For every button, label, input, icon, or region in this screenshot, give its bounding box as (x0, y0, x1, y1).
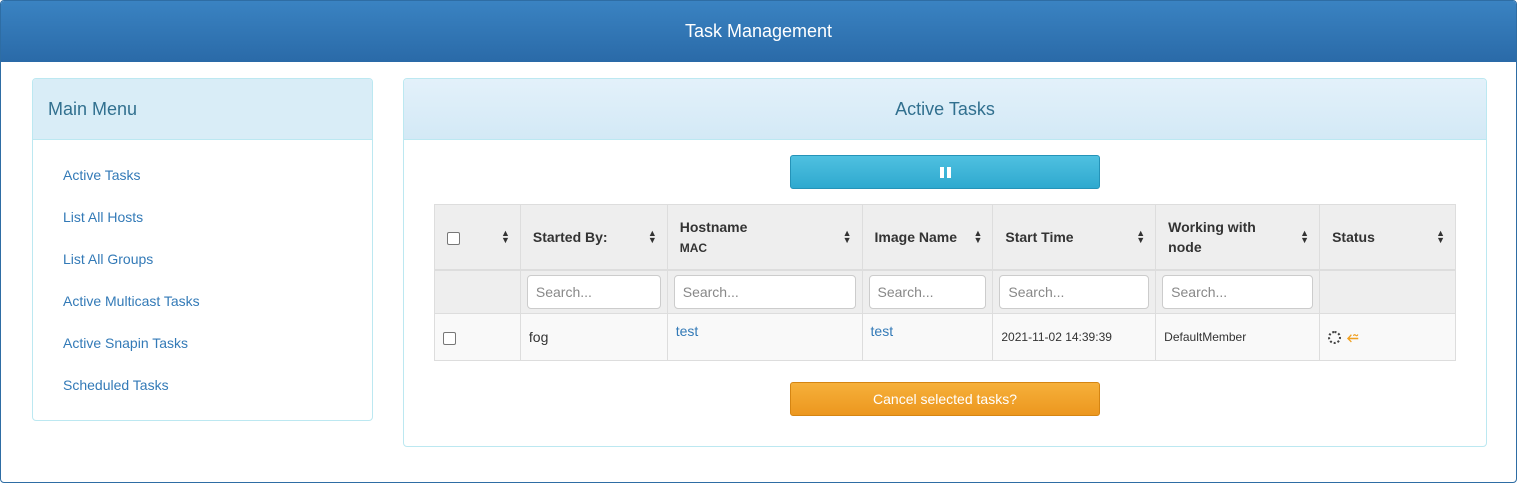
column-header-working-with-node[interactable]: Working with node ▲ ▼ (1155, 204, 1321, 271)
sort-icon[interactable]: ▲ ▼ (1300, 228, 1309, 244)
column-header-start-time[interactable]: Start Time ▲ ▼ (992, 204, 1157, 271)
column-label-start-time: Start Time (1005, 228, 1074, 245)
filter-cell-empty (434, 269, 521, 314)
filter-cell (992, 269, 1157, 314)
column-sublabel-mac: MAC (679, 240, 708, 255)
search-image-name-input[interactable] (868, 274, 987, 309)
started-by-cell: fog (519, 313, 668, 361)
sort-icon[interactable]: ▲ ▼ (648, 228, 657, 244)
column-label-started-by: Started By: (532, 228, 608, 245)
menu-link-scheduled-tasks[interactable]: Scheduled Tasks (63, 377, 169, 393)
menu-item-active-snapin-tasks: Active Snapin Tasks (33, 332, 372, 374)
column-header-image-name[interactable]: Image Name ▲ ▼ (861, 204, 994, 271)
start-time-cell: 2021-11-02 14:39:39 (992, 313, 1157, 361)
table-filter-row (434, 269, 1456, 314)
filter-cell-empty (1319, 269, 1456, 314)
column-header-hostname[interactable]: Hostname MAC ▲ ▼ (666, 204, 863, 271)
node-cell: DefaultMember (1155, 313, 1321, 361)
select-all-header: ▲ ▼ (434, 204, 521, 271)
row-select-cell (434, 313, 521, 361)
upload-icon: ⭉ (1347, 329, 1359, 345)
select-all-checkbox[interactable] (447, 231, 460, 245)
sort-icon[interactable]: ▲ ▼ (1436, 228, 1445, 244)
spinner-icon (1328, 330, 1342, 344)
filter-cell (1155, 269, 1321, 314)
status-icons: ⭉ (1328, 330, 1447, 344)
sort-icon[interactable]: ▲ ▼ (973, 228, 982, 244)
status-cell: ⭉ (1319, 313, 1456, 361)
main-menu-list: Active Tasks List All Hosts List All Gro… (33, 140, 372, 416)
image-name-cell: test (861, 313, 994, 361)
menu-item-scheduled-tasks: Scheduled Tasks (33, 374, 372, 416)
table-header-row: ▲ ▼ Started By: ▲ ▼ Hostname MAC ▲ ▼ Image … (434, 204, 1456, 271)
menu-item-list-all-groups: List All Groups (33, 248, 372, 290)
column-label-image-name: Image Name (874, 228, 957, 245)
menu-item-list-all-hosts: List All Hosts (33, 206, 372, 248)
filter-cell (519, 269, 668, 314)
column-header-status[interactable]: Status ▲ ▼ (1319, 204, 1456, 271)
search-start-time-input[interactable] (999, 274, 1150, 309)
menu-link-active-tasks[interactable]: Active Tasks (63, 167, 141, 183)
menu-item-active-multicast-tasks: Active Multicast Tasks (33, 290, 372, 332)
active-tasks-panel: Active Tasks ▲ ▼ Started By: ▲ ▼ Hostnam… (403, 78, 1487, 447)
filter-cell (861, 269, 994, 314)
column-label-hostname: Hostname (679, 218, 748, 235)
pause-button[interactable] (790, 155, 1100, 189)
cancel-selected-tasks-button[interactable]: Cancel selected tasks? (790, 382, 1100, 416)
column-header-started-by[interactable]: Started By: ▲ ▼ (519, 204, 668, 271)
menu-item-active-tasks: Active Tasks (33, 164, 372, 206)
sort-icon[interactable]: ▲ ▼ (501, 228, 510, 244)
menu-link-list-all-hosts[interactable]: List All Hosts (63, 209, 143, 225)
hostname-cell: test (666, 313, 863, 361)
active-tasks-title: Active Tasks (404, 79, 1486, 140)
search-node-input[interactable] (1162, 274, 1314, 309)
menu-link-active-snapin-tasks[interactable]: Active Snapin Tasks (63, 335, 188, 351)
pause-icon (939, 166, 951, 178)
image-name-link[interactable]: test (871, 323, 894, 339)
menu-link-active-multicast-tasks[interactable]: Active Multicast Tasks (63, 293, 200, 309)
app-window: Task Management Main Menu Active Tasks L… (0, 0, 1517, 483)
tasks-table: ▲ ▼ Started By: ▲ ▼ Hostname MAC ▲ ▼ Image … (434, 204, 1456, 361)
search-started-by-input[interactable] (526, 274, 661, 309)
column-label-status: Status (1332, 228, 1375, 245)
row-checkbox[interactable] (443, 331, 456, 345)
sort-icon[interactable]: ▲ ▼ (1136, 228, 1145, 244)
column-label-working-with-node: Working with node (1168, 218, 1256, 255)
page-title: Task Management (1, 1, 1516, 62)
main-menu-panel: Main Menu Active Tasks List All Hosts Li… (32, 78, 373, 421)
sort-icon[interactable]: ▲ ▼ (843, 228, 852, 244)
menu-link-list-all-groups[interactable]: List All Groups (63, 251, 153, 267)
main-menu-title: Main Menu (33, 79, 372, 140)
hostname-link[interactable]: test (676, 323, 699, 339)
table-row: fog test test 2021-11-02 14:39:39 Defaul… (434, 313, 1456, 361)
filter-cell (666, 269, 863, 314)
search-hostname-input[interactable] (673, 274, 856, 309)
